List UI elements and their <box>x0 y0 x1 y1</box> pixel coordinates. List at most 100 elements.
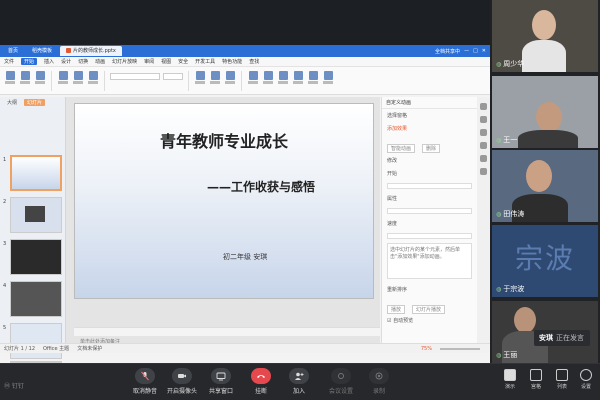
layout-button[interactable] <box>72 70 84 91</box>
participant-tile[interactable]: ◍ 周少华 <box>492 0 598 72</box>
shapes-button[interactable] <box>262 70 274 91</box>
help-icon[interactable] <box>480 168 487 175</box>
bullets-button[interactable] <box>224 70 236 91</box>
unmute-label: 取消静音 <box>132 388 157 395</box>
camera-off-icon <box>172 368 192 384</box>
close-icon[interactable]: ✕ <box>482 48 486 54</box>
settings-button[interactable]: 设置 <box>574 369 598 390</box>
unmute-button[interactable]: 取消静音 <box>126 368 164 395</box>
maximize-icon[interactable]: □ <box>473 48 478 54</box>
reset-button[interactable] <box>87 70 99 91</box>
participant-tile[interactable]: 宗波 ◍ 于宗波 <box>492 225 598 297</box>
style-icon[interactable] <box>480 142 487 149</box>
participant-body <box>522 40 566 72</box>
property-icon[interactable] <box>480 155 487 162</box>
font-name-select[interactable] <box>110 73 160 80</box>
menu-home[interactable]: 开始 <box>21 58 38 65</box>
menu-features[interactable]: 特色功能 <box>222 58 242 65</box>
hangup-button[interactable]: 挂断 <box>242 368 280 395</box>
ribbon-toolbar <box>0 67 490 95</box>
menu-transition[interactable]: 切换 <box>78 58 88 65</box>
align-left-button[interactable] <box>194 70 206 91</box>
invite-button[interactable]: 加入 <box>280 368 318 395</box>
menu-review[interactable]: 审阅 <box>144 58 154 65</box>
delete-button[interactable]: 删除 <box>422 144 441 153</box>
tab-document[interactable]: 片的教师成长.pptx <box>60 46 122 56</box>
arrange-button[interactable] <box>277 70 289 91</box>
participant-tile[interactable]: ◍ 王一 <box>492 76 598 148</box>
add-effect-link[interactable]: 添加效果 <box>382 122 477 135</box>
grid-icon <box>530 369 542 381</box>
presentation-view-button[interactable]: 演示 <box>498 369 522 390</box>
camera-button[interactable]: 开启摄像头 <box>163 368 201 395</box>
menu-security[interactable]: 安全 <box>178 58 188 65</box>
minimize-icon[interactable]: — <box>464 48 469 54</box>
new-slide-button[interactable] <box>57 70 69 91</box>
participant-face <box>514 307 536 333</box>
record-button[interactable]: 录制 <box>360 368 398 395</box>
list-view-button[interactable]: 列表 <box>550 369 574 390</box>
menu-file[interactable]: 文件 <box>4 58 14 65</box>
find-button[interactable] <box>292 70 304 91</box>
textbox-button[interactable] <box>247 70 259 91</box>
list-label: 列表 <box>556 384 567 390</box>
record-label: 录制 <box>372 388 385 395</box>
meeting-settings-button[interactable]: 会议设置 <box>322 368 360 395</box>
replace-button[interactable] <box>307 70 319 91</box>
menu-animation[interactable]: 动画 <box>95 58 105 65</box>
zoom-slider[interactable] <box>440 347 480 350</box>
property-label: 属性 <box>387 196 398 202</box>
mic-on-icon: ◍ <box>496 286 502 293</box>
tab-home[interactable]: 首页 <box>2 46 24 56</box>
settings-label: 会议设置 <box>328 388 353 395</box>
slide-thumbnail-5[interactable] <box>10 323 62 359</box>
thumb-tabs: 大纲 幻灯片 <box>0 97 65 108</box>
pane-title: 自定义动画 <box>382 97 477 109</box>
slide-thumbnail-4[interactable] <box>10 281 62 317</box>
slide-thumbnail-2[interactable] <box>10 197 62 233</box>
status-bar: 幻灯片 1 / 12 Office 主题 文档未保护 75% <box>0 343 490 353</box>
format-painter-button[interactable] <box>34 70 46 91</box>
tab-template[interactable]: 稻壳模板 <box>26 46 58 56</box>
tab-slides[interactable]: 幻灯片 <box>24 99 46 106</box>
slideshow-button[interactable]: 幻灯片播放 <box>412 305 446 314</box>
paste-button[interactable] <box>4 70 16 91</box>
tab-outline[interactable]: 大纲 <box>4 99 20 106</box>
start-select[interactable] <box>387 183 472 189</box>
start-label: 开始 <box>387 171 398 177</box>
participant-tile[interactable]: ◍ 田伟涛 <box>492 150 598 222</box>
menu-insert[interactable]: 插入 <box>44 58 54 65</box>
menu-slideshow[interactable]: 幻灯片放映 <box>112 58 137 65</box>
menu-view[interactable]: 视图 <box>161 58 171 65</box>
font-size-select[interactable] <box>163 73 183 80</box>
speed-select[interactable] <box>387 233 472 239</box>
shape-icon[interactable] <box>480 129 487 136</box>
autopreview-checkbox[interactable]: ☑ 自动预览 <box>382 315 477 326</box>
notes-area[interactable]: 单击此处添加备注 <box>74 327 380 345</box>
pptx-icon <box>66 48 72 53</box>
participant-avatar-text: 宗波 <box>514 242 575 275</box>
animation-list[interactable]: 选中幻灯片的某个元素，然后单击"添加效果"添加动画。 <box>387 243 472 279</box>
hangup-label: 挂断 <box>254 388 267 395</box>
slide-thumbnail-3[interactable] <box>10 239 62 275</box>
select-pane-link[interactable]: 选择窗格 <box>382 109 477 122</box>
current-slide[interactable]: 青年教师专业成长 ——工作收获与感悟 初二年级 安琪 <box>74 103 374 299</box>
cut-button[interactable] <box>19 70 31 91</box>
smart-animation-button[interactable]: 智能动画 <box>387 144 416 153</box>
participant-name: ◍ 田伟涛 <box>496 210 525 218</box>
participant-face <box>526 160 552 192</box>
menu-search[interactable]: 查找 <box>249 58 259 65</box>
property-select[interactable] <box>387 208 472 214</box>
select-button[interactable] <box>322 70 334 91</box>
play-button[interactable]: 播放 <box>387 305 406 314</box>
menu-developer[interactable]: 开发工具 <box>195 58 215 65</box>
align-center-button[interactable] <box>209 70 221 91</box>
grid-view-button[interactable]: 宫格 <box>524 369 548 390</box>
share-window-button[interactable]: 共享窗口 <box>202 368 240 395</box>
animation-icon[interactable] <box>480 103 487 110</box>
slide-thumbnail-1[interactable] <box>10 155 62 191</box>
menu-design[interactable]: 设计 <box>61 58 71 65</box>
select-icon[interactable] <box>480 116 487 123</box>
settings-icon <box>331 368 351 384</box>
share-label: 共享窗口 <box>208 388 233 395</box>
